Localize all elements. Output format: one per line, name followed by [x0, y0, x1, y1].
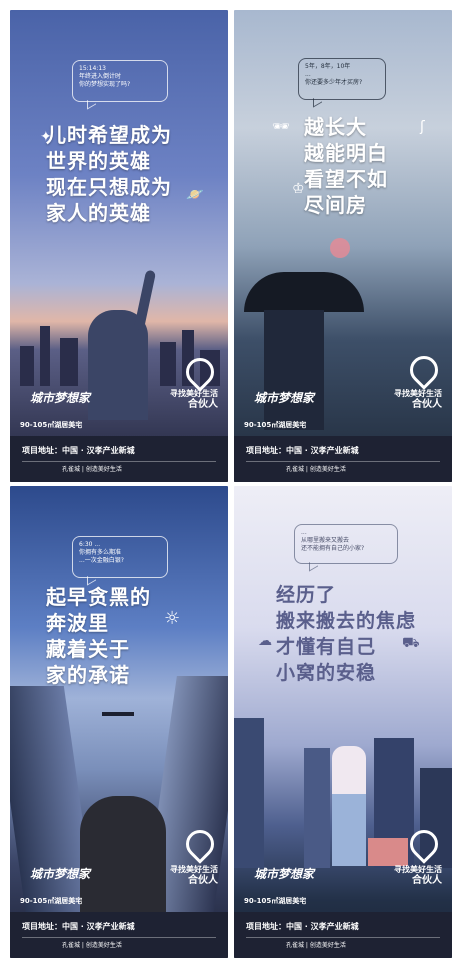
slogan: 寻找美好生活 合伙人	[394, 865, 442, 886]
slogan: 寻找美好生活 合伙人	[170, 865, 218, 886]
slogan: 寻找美好生活 合伙人	[394, 389, 442, 410]
message-bubble: ... 从哪里搬来又搬去 还不能拥有自己的小家?	[294, 524, 398, 564]
divider	[22, 461, 216, 462]
message-bubble: 5年，8年，10年 ... 你还要多少年才买房?	[298, 58, 386, 100]
slogan: 寻找美好生活 合伙人	[170, 389, 218, 410]
truck-icon: ⛟	[402, 635, 420, 651]
location-pin-icon	[404, 350, 444, 390]
sunglasses-icon: 🕶	[272, 119, 290, 135]
footer: 项目地址：中国 · 汉孝产业新城 孔雀城 | 创造美好生活	[10, 912, 228, 958]
poster-umbrella: 5年，8年，10年 ... 你还要多少年才买房? 越长大 越能明白 看望不如 尽…	[234, 10, 452, 482]
poster-grid: 15:14:13 年终进入倒计时 你的梦想实现了吗? 儿时希望成为 世界的英雄 …	[0, 0, 460, 966]
person-figure	[332, 746, 366, 866]
specs: 90-105㎡湖居美宅	[244, 421, 307, 429]
poster-commute: 6:30 ... 你拥有多么期准 ...一次金融白银? 起早贪黑的 奔波里 藏着…	[10, 486, 228, 958]
poster-moving: ... 从哪里搬来又搬去 还不能拥有自己的小家? 经历了 搬来搬去的焦虑 才懂有…	[234, 486, 452, 958]
person-figure	[264, 310, 324, 430]
cane-icon: ʃ	[420, 119, 425, 135]
specs: 90-105㎡湖居美宅	[20, 897, 83, 905]
footer-brand: 孔雀城 | 创造美好生活	[286, 466, 346, 473]
headline: 起早贪黑的 奔波里 藏着关于 家的承诺	[46, 585, 151, 687]
moving-box	[368, 838, 408, 866]
project-address: 项目地址：中国 · 汉孝产业新城	[246, 446, 359, 455]
headline: 儿时希望成为 世界的英雄 现在只想成为 家人的英雄	[46, 123, 172, 225]
cloud-icon: ☁	[258, 633, 272, 649]
moon-icon: ☾	[46, 617, 59, 633]
brand-logo: 城市梦想家	[30, 391, 91, 405]
specs: 90-105㎡湖居美宅	[244, 897, 307, 905]
footer-brand: 孔雀城 | 创造美好生活	[286, 942, 346, 949]
planet-icon: 🪐	[186, 187, 204, 203]
divider	[246, 461, 440, 462]
project-address: 项目地址：中国 · 汉孝产业新城	[22, 446, 135, 455]
footer: 项目地址：中国 · 汉孝产业新城 孔雀城 | 创造美好生活	[234, 436, 452, 482]
brand-logo: 城市梦想家	[254, 391, 315, 405]
footer: 项目地址：中国 · 汉孝产业新城 孔雀城 | 创造美好生活	[234, 912, 452, 958]
footer: 项目地址：中国 · 汉孝产业新城 孔雀城 | 创造美好生活	[10, 436, 228, 482]
project-address: 项目地址：中国 · 汉孝产业新城	[246, 922, 359, 931]
headline: 越长大 越能明白 看望不如 尽间房	[304, 115, 388, 217]
trophy-icon: ♔	[292, 181, 305, 197]
sun-icon: ☼	[164, 608, 181, 629]
bokeh-light	[330, 238, 350, 258]
brand-logo: 城市梦想家	[254, 867, 315, 881]
headline: 经历了 搬来搬去的焦虑 才懂有自己 小窝的安稳	[276, 584, 417, 684]
message-bubble: 6:30 ... 你拥有多么期准 ...一次金融白银?	[72, 536, 168, 578]
message-bubble: 15:14:13 年终进入倒计时 你的梦想实现了吗?	[72, 60, 168, 102]
umbrella-figure	[244, 272, 364, 312]
poster-hero: 15:14:13 年终进入倒计时 你的梦想实现了吗? 儿时希望成为 世界的英雄 …	[10, 10, 228, 482]
airplane-icon	[102, 712, 134, 716]
project-address: 项目地址：中国 · 汉孝产业新城	[22, 922, 135, 931]
footer-brand: 孔雀城 | 创造美好生活	[62, 942, 122, 949]
brand-logo: 城市梦想家	[30, 867, 91, 881]
divider	[246, 937, 440, 938]
specs: 90-105㎡湖居美宅	[20, 421, 83, 429]
divider	[22, 937, 216, 938]
hero-icon: ✦	[40, 129, 52, 145]
footer-brand: 孔雀城 | 创造美好生活	[62, 466, 122, 473]
